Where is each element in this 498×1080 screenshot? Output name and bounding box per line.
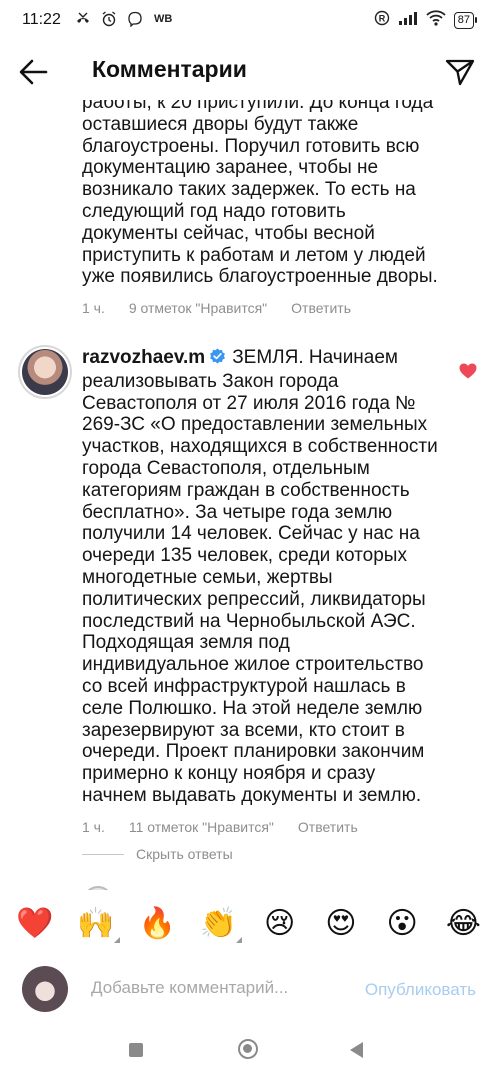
arrow-left-icon	[19, 59, 48, 85]
divider	[82, 853, 124, 855]
emoji-fire-button[interactable]: 🔥	[135, 909, 179, 939]
emoji-glyph: 🙌	[77, 907, 115, 940]
app-header: Комментарии	[0, 42, 498, 100]
comment-time: 1 ч.	[82, 818, 105, 835]
emoji-surprised-button[interactable]: 😮	[380, 909, 424, 939]
comment-text: работы, к 20 приступили. До конца года о…	[82, 100, 438, 288]
publish-button[interactable]: Опубликовать	[365, 980, 476, 1000]
missed-call-icon	[74, 10, 92, 28]
hide-replies-button[interactable]: Скрыть ответы	[82, 846, 233, 862]
status-time: 11:22	[22, 11, 61, 28]
comment-body-text: ЗЕМЛЯ. Начинаем реализовывать Закон горо…	[82, 347, 438, 806]
page-title: Комментарии	[92, 56, 247, 82]
status-bar: 11:22 WB R 87	[0, 0, 498, 42]
comment-likes-count[interactable]: 9 отметок "Нравится"	[129, 300, 267, 316]
avatar[interactable]	[18, 345, 72, 399]
alarm-icon	[100, 10, 118, 28]
emoji-raised-hands-button[interactable]: 🙌	[74, 907, 120, 943]
avatar-image	[22, 349, 68, 395]
viber-icon	[126, 10, 144, 28]
skin-tone-indicator-icon	[236, 937, 243, 943]
back-button[interactable]	[16, 56, 52, 88]
send-icon	[445, 59, 475, 86]
registered-icon: R	[374, 10, 390, 31]
comment-username[interactable]: razvozhaev.m	[82, 347, 205, 368]
comment-input[interactable]	[91, 978, 341, 998]
comment-meta: 1 ч. 11 отметок "Нравится" Ответить	[82, 819, 442, 835]
comment-likes-count[interactable]: 11 отметок "Нравится"	[129, 819, 274, 835]
emoji-laughing-button[interactable]: 😂	[441, 909, 485, 939]
emoji-crying-button[interactable]: 😢	[258, 909, 302, 939]
comment-item: работы, к 20 приступили. До конца года о…	[82, 100, 442, 316]
like-button[interactable]	[458, 361, 478, 381]
reply-button[interactable]: Ответить	[298, 819, 358, 835]
comment-time: 1 ч.	[82, 300, 105, 317]
reply-button[interactable]: Ответить	[291, 300, 351, 316]
comment-composer: Опубликовать	[0, 958, 498, 1028]
verified-badge-icon	[209, 348, 226, 371]
comments-list[interactable]: работы, к 20 приступили. До конца года о…	[0, 100, 498, 890]
home-button[interactable]	[238, 1039, 258, 1059]
share-button[interactable]	[444, 56, 476, 88]
heart-filled-icon	[459, 363, 477, 379]
system-back-button[interactable]	[350, 1042, 363, 1058]
hide-replies-label: Скрыть ответы	[136, 846, 233, 862]
comment-meta: 1 ч. 9 отметок "Нравится" Ответить	[82, 300, 442, 316]
wifi-icon	[426, 10, 446, 31]
emoji-reaction-bar: ❤️ 🙌 🔥 👏 😢 😍 😮 😂	[0, 890, 498, 958]
battery-icon: 87	[453, 12, 478, 29]
current-user-avatar	[22, 966, 68, 1012]
wb-app-icon: WB	[154, 13, 173, 25]
emoji-heart-eyes-button[interactable]: 😍	[319, 909, 363, 939]
comment-body: razvozhaev.m ЗЕМЛЯ. Начинаем реализовыват…	[82, 347, 442, 835]
comment-text: razvozhaev.m ЗЕМЛЯ. Начинаем реализовыват…	[82, 347, 442, 807]
emoji-heart-button[interactable]: ❤️	[13, 909, 57, 939]
skin-tone-indicator-icon	[113, 937, 120, 943]
recent-apps-button[interactable]	[129, 1043, 143, 1057]
status-system-icons: R 87	[374, 10, 478, 31]
status-notification-icons: WB	[74, 10, 172, 28]
emoji-glyph: 👏	[199, 907, 238, 940]
svg-text:R: R	[379, 14, 386, 24]
signal-icon	[398, 10, 418, 31]
system-nav-bar	[0, 1028, 498, 1080]
emoji-clap-button[interactable]: 👏	[196, 907, 243, 943]
